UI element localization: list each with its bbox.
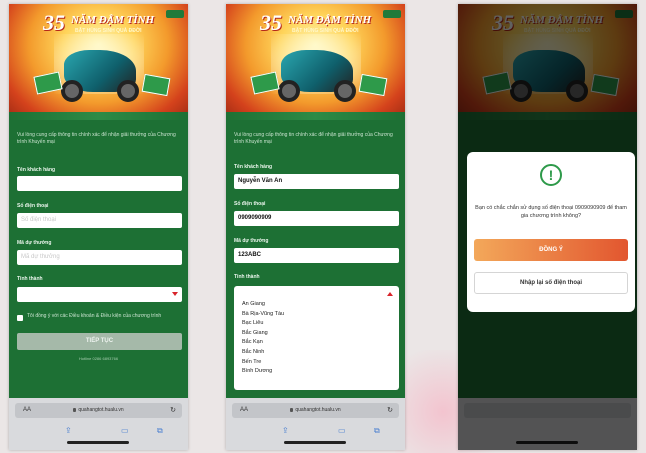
browser-toolbar: AA quahangtot.hualu.vn ↻ ⇪ ▭ ⧉ — [226, 398, 405, 450]
banner-subtitle: BẬT HÙNG SINH QUÀ ĐĐỜI — [292, 28, 359, 34]
province-option[interactable]: An Giang — [242, 300, 284, 310]
book-icon[interactable]: ▭ — [338, 426, 346, 435]
phone-screen-confirm-dialog: 35 NĂM ĐẬM TÌNH BẬT HÙNG SINH QUÀ ĐĐỜI !… — [458, 4, 637, 450]
province-option[interactable]: Bến Tre — [242, 358, 284, 368]
confirm-dialog: ! Bạn có chắc chắn sử dụng số điện thoại… — [467, 152, 635, 312]
banner-number: 35 — [260, 10, 282, 35]
prize-card — [358, 73, 388, 97]
form-intro: Vui lòng cung cấp thông tin chính xác để… — [234, 132, 393, 145]
banner-subtitle: BẬT HÙNG SINH QUÀ ĐĐỜI — [75, 28, 142, 34]
lock-icon — [73, 408, 77, 412]
name-input[interactable]: Nguyễn Văn An — [234, 174, 399, 189]
reenter-phone-button[interactable]: Nhập lại số điện thoại — [474, 272, 628, 294]
province-label: Tỉnh thành — [234, 274, 260, 280]
phone-screen-empty-form: 35 NĂM ĐẬM TÌNH BẬT HÙNG SINH QUÀ ĐĐỜI V… — [9, 4, 188, 450]
confirm-message: Bạn có chắc chắn sử dụng số điện thoại 0… — [475, 205, 627, 219]
phone-screen-filled-form: 35 NĂM ĐẬM TÌNH BẬT HÙNG SINH QUÀ ĐĐỜI V… — [226, 4, 405, 450]
browser-toolbar: AA quahangtot.hualu.vn ↻ ⇪ ▭ ⧉ — [9, 398, 188, 450]
url-text: quahangtot.hualu.vn — [78, 407, 124, 413]
phone-placeholder: Số điện thoại — [21, 217, 57, 223]
brand-logo — [383, 10, 401, 18]
alert-icon: ! — [540, 164, 562, 186]
province-option[interactable]: Bình Dương — [242, 367, 284, 377]
tabs-icon[interactable]: ⧉ — [157, 426, 163, 436]
code-input[interactable]: 123ABC — [234, 248, 399, 263]
banner-title: NĂM ĐẬM TÌNH — [71, 14, 155, 26]
phone-label: Số điện thoại — [234, 201, 266, 207]
name-label: Tên khách hàng — [234, 164, 273, 170]
book-icon[interactable]: ▭ — [121, 426, 129, 435]
promo-banner: 35 NĂM ĐẬM TÌNH BẬT HÙNG SINH QUÀ ĐĐỜI — [9, 4, 188, 120]
hotline-text: Hotline 0286 6893766 — [78, 356, 119, 361]
code-placeholder: Mã dự thưởng — [21, 254, 60, 260]
phone-input[interactable]: 0909090909 — [234, 211, 399, 226]
reload-icon[interactable]: ↻ — [387, 406, 393, 414]
chevron-up-icon — [387, 292, 393, 296]
wheel-rear — [334, 80, 356, 102]
wheel-front — [61, 80, 83, 102]
code-input[interactable]: Mã dự thưởng — [17, 250, 182, 265]
code-label: Mã dự thưởng — [234, 238, 269, 244]
promo-banner: 35 NĂM ĐẬM TÌNH BẬT HÙNG SINH QUÀ ĐĐỜI — [226, 4, 405, 120]
name-label: Tên khách hàng — [17, 167, 56, 173]
terms-text: Tôi đồng ý với các Điều khoản & Điều kiệ… — [27, 313, 162, 319]
tabs-icon[interactable]: ⧉ — [374, 426, 380, 436]
home-indicator — [284, 441, 346, 444]
banner-number: 35 — [43, 10, 65, 35]
code-label: Mã dự thưởng — [17, 240, 52, 246]
province-select[interactable] — [17, 287, 182, 302]
province-option[interactable]: Bắc Kạn — [242, 338, 284, 348]
form-intro: Vui lòng cung cấp thông tin chính xác để… — [17, 132, 176, 145]
address-bar[interactable]: AA quahangtot.hualu.vn ↻ — [232, 403, 399, 418]
brand-logo — [166, 10, 184, 18]
home-indicator — [67, 441, 129, 444]
wheel-rear — [117, 80, 139, 102]
province-option[interactable]: Bà Rịa-Vũng Tàu — [242, 310, 284, 320]
province-dropdown[interactable]: An Giang Bà Rịa-Vũng Tàu Bạc Liêu Bắc Gi… — [234, 286, 399, 390]
share-icon[interactable]: ⇪ — [65, 426, 72, 435]
chevron-down-icon — [172, 292, 178, 296]
url-text: quahangtot.hualu.vn — [295, 407, 341, 413]
phone-input[interactable]: Số điện thoại — [17, 213, 182, 228]
phone-label: Số điện thoại — [17, 203, 49, 209]
name-input[interactable] — [17, 176, 182, 191]
prize-card — [141, 73, 171, 97]
province-label: Tỉnh thành — [17, 276, 43, 282]
continue-button[interactable]: TIẾP TỤC — [17, 333, 182, 350]
province-option[interactable]: Bạc Liêu — [242, 319, 284, 329]
share-icon[interactable]: ⇪ — [282, 426, 289, 435]
banner-title: NĂM ĐẬM TÌNH — [288, 14, 372, 26]
wheel-front — [278, 80, 300, 102]
province-option[interactable]: Bắc Giang — [242, 329, 284, 339]
lock-icon — [290, 408, 294, 412]
address-bar[interactable]: AA quahangtot.hualu.vn ↻ — [15, 403, 182, 418]
province-option[interactable]: Bắc Ninh — [242, 348, 284, 358]
terms-checkbox[interactable] — [17, 315, 23, 321]
confirm-button[interactable]: ĐỒNG Ý — [474, 239, 628, 261]
reload-icon[interactable]: ↻ — [170, 406, 176, 414]
